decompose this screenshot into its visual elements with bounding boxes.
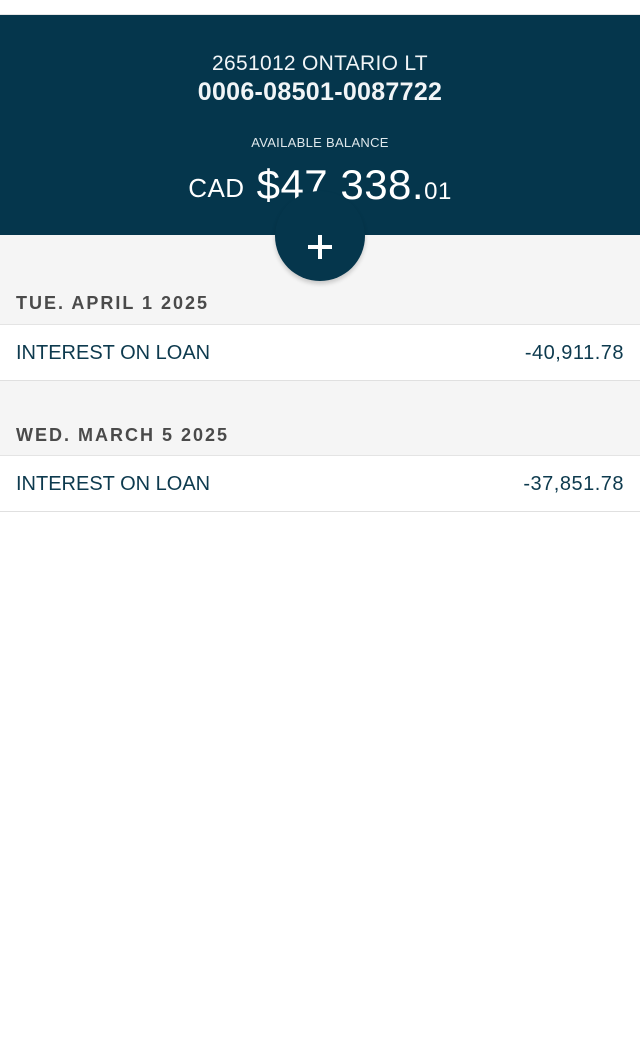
date-header-label: TUE. APRIL 1 2025 bbox=[16, 293, 210, 313]
status-strip bbox=[0, 0, 640, 15]
transaction-row[interactable]: INTEREST ON LOAN -40,911.78 bbox=[0, 325, 640, 381]
transaction-row[interactable]: INTEREST ON LOAN -37,851.78 bbox=[0, 456, 640, 512]
date-header-label: WED. MARCH 5 2025 bbox=[16, 425, 230, 445]
transaction-amount: -40,911.78 bbox=[524, 342, 624, 364]
date-header: TUE. APRIL 1 2025 bbox=[0, 280, 640, 325]
date-header: WED. MARCH 5 2025 bbox=[0, 411, 640, 456]
account-name: 2651012 ONTARIO LT bbox=[212, 52, 428, 75]
balance-label: AVAILABLE BALANCE bbox=[251, 135, 389, 150]
account-number: 0006-08501-0087722 bbox=[197, 78, 443, 106]
balance-currency: CAD bbox=[188, 173, 245, 203]
section-gap bbox=[0, 381, 640, 411]
transaction-amount: -37,851.78 bbox=[523, 473, 624, 495]
transaction-description: INTEREST ON LOAN bbox=[16, 342, 211, 364]
add-button[interactable] bbox=[275, 191, 365, 281]
transaction-description: INTEREST ON LOAN bbox=[16, 473, 211, 495]
balance-cents: 01 bbox=[424, 178, 452, 205]
